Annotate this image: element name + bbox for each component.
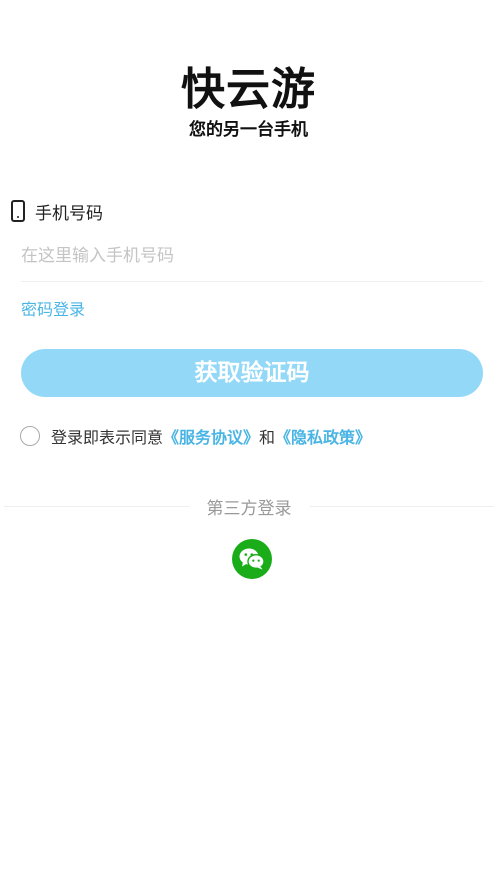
divider-line-left [4,505,189,507]
phone-label: 手机号码 [35,203,103,224]
app-subtitle: 您的另一台手机 [189,120,308,140]
phone-number-input[interactable] [21,238,483,274]
password-login-link[interactable]: 密码登录 [21,296,85,320]
input-divider [21,281,483,282]
agreement-prefix: 登录即表示同意 [51,428,164,447]
third-party-login-label: 第三方登录 [206,498,292,519]
divider-line-right [309,505,494,507]
app-title: 快云游 [181,64,316,115]
get-verification-code-button[interactable]: 获取验证码 [21,349,483,397]
wechat-icon [239,548,265,570]
agreement-and: 和 [259,428,276,447]
privacy-policy-link[interactable]: 《隐私政策》 [275,424,371,448]
service-agreement-link[interactable]: 《服务协议》 [163,424,259,448]
third-party-divider: 第三方登录 [4,494,494,519]
agreement-row: 登录即表示同意 《服务协议》 和 《隐私政策》 [20,424,371,448]
agreement-checkbox[interactable] [20,426,40,446]
phone-label-row: 手机号码 [11,198,103,224]
wechat-login-button[interactable] [232,539,272,579]
phone-icon [11,200,25,222]
